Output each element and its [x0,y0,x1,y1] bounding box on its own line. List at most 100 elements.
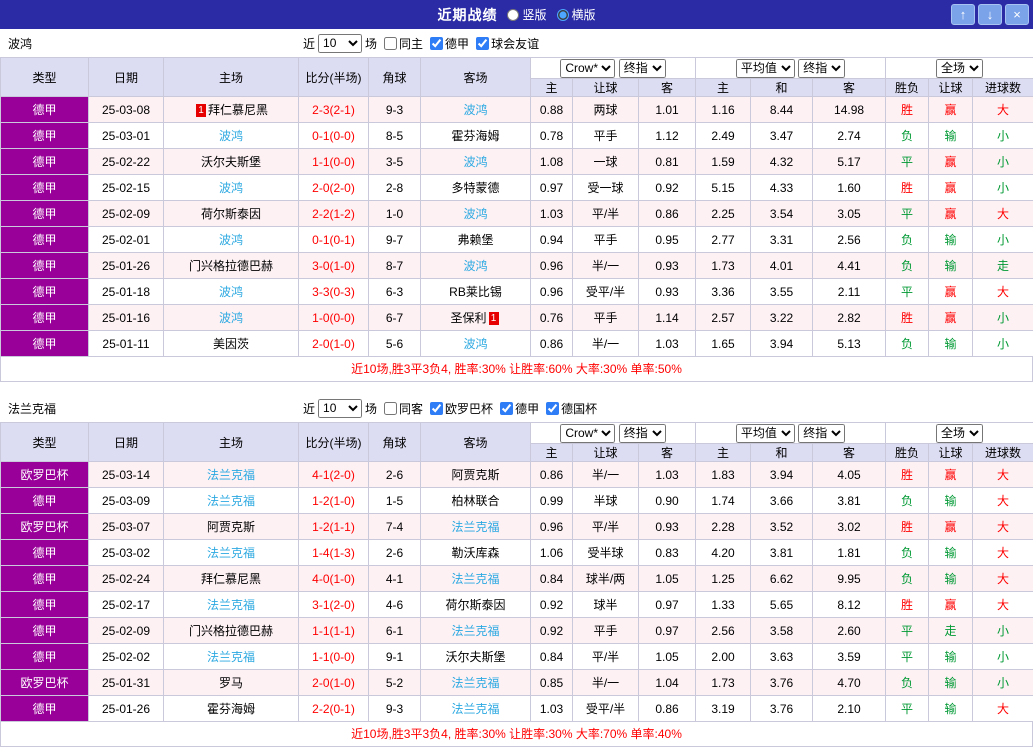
team-name-link[interactable]: 拜仁慕尼黑 [208,103,268,117]
home-team-cell: 美因茨 [164,331,299,357]
column-header-corner: 角球 [369,58,421,97]
team-name-link[interactable]: 法兰克福 [451,702,499,716]
filter-bundesliga[interactable]: 德甲 [496,400,539,417]
subheader-avg-draw: 和 [751,444,813,462]
team-name-link[interactable]: 多特蒙德 [451,181,499,195]
team-name-link[interactable]: 波鸿 [219,311,243,325]
team-name-link[interactable]: 法兰克福 [207,494,255,508]
avg-time-select[interactable]: 终指 [798,59,845,78]
team-name-link[interactable]: 波鸿 [463,259,487,273]
team-name-link[interactable]: 波鸿 [463,155,487,169]
corner-cell: 5-6 [369,331,421,357]
scroll-up-button[interactable]: ↑ [951,4,975,25]
home-team-cell: 拜仁慕尼黑 [164,566,299,592]
filter-europa-league[interactable]: 欧罗巴杯 [426,400,493,417]
match-count-select[interactable]: 10 [318,399,362,418]
score-cell: 2-3(2-1) [299,97,369,123]
odds-source-header: Crow* 终指 [531,58,696,79]
club-friendly-checkbox[interactable] [476,37,489,50]
handicap-result-cell: 走 [929,618,973,644]
layout-radio-horizontal[interactable]: 横版 [557,6,596,23]
team-name-link[interactable]: RB莱比锡 [449,285,502,299]
league-cell: 德甲 [1,331,89,357]
near-label: 近 [303,35,315,52]
handicap-result-cell: 赢 [929,175,973,201]
avg-home-cell: 4.20 [696,540,751,566]
filter-bundesliga[interactable]: 德甲 [426,35,469,52]
bookmaker-select[interactable]: Crow* [560,59,615,78]
odds-time-select[interactable]: 终指 [619,424,666,443]
match-count-select[interactable]: 10 [318,34,362,53]
scope-select[interactable]: 全场 [936,424,983,443]
team-name-link[interactable]: 勒沃库森 [451,546,499,560]
filter-same-home[interactable]: 同主 [380,35,423,52]
team-name-link[interactable]: 门兴格拉德巴赫 [189,259,273,273]
bundesliga-checkbox[interactable] [500,402,513,415]
scroll-down-button[interactable]: ↓ [978,4,1002,25]
average-select[interactable]: 平均值 [736,424,795,443]
dfb-pokal-checkbox[interactable] [546,402,559,415]
bundesliga-checkbox[interactable] [430,37,443,50]
team-name-link[interactable]: 法兰克福 [451,676,499,690]
team-name-link[interactable]: 拜仁慕尼黑 [201,572,261,586]
team-name-link[interactable]: 柏林联合 [451,494,499,508]
team-name-link[interactable]: 波鸿 [219,233,243,247]
home-odds-cell: 1.08 [531,149,573,175]
team-name-link[interactable]: 霍芬海姆 [451,129,499,143]
team-name-link[interactable]: 法兰克福 [207,546,255,560]
team-name-link[interactable]: 阿贾克斯 [451,468,499,482]
average-select[interactable]: 平均值 [736,59,795,78]
team-name-link[interactable]: 波鸿 [463,103,487,117]
team-name-link[interactable]: 波鸿 [463,207,487,221]
team-name-link[interactable]: 波鸿 [219,129,243,143]
team-name-link[interactable]: 法兰克福 [207,650,255,664]
scope-select[interactable]: 全场 [936,59,983,78]
team-name-link[interactable]: 荷尔斯泰因 [201,207,261,221]
team-name-link[interactable]: 阿贾克斯 [207,520,255,534]
away-team-cell: 法兰克福 [421,618,531,644]
filter-dfb-pokal[interactable]: 德国杯 [542,400,597,417]
team-name-link[interactable]: 法兰克福 [451,572,499,586]
filter-club-friendly[interactable]: 球会友谊 [472,35,539,52]
filter-same-away[interactable]: 同客 [380,400,423,417]
handicap-cell: 平手 [573,123,639,149]
team-name-link[interactable]: 门兴格拉德巴赫 [189,624,273,638]
home-odds-cell: 0.76 [531,305,573,331]
away-odds-cell: 1.12 [639,123,696,149]
odds-time-select[interactable]: 终指 [619,59,666,78]
team-name-link[interactable]: 弗赖堡 [457,233,493,247]
team-name-link[interactable]: 沃尔夫斯堡 [445,650,505,664]
vertical-radio[interactable] [507,9,519,21]
team-name-link[interactable]: 波鸿 [219,285,243,299]
section-team-label: 波鸿 [8,35,32,52]
same-away-checkbox[interactable] [384,402,397,415]
avg-time-select[interactable]: 终指 [798,424,845,443]
result-cell: 平 [886,279,929,305]
team-name-link[interactable]: 罗马 [219,676,243,690]
team-name-link[interactable]: 法兰克福 [451,520,499,534]
europa-league-checkbox[interactable] [430,402,443,415]
team-name-link[interactable]: 法兰克福 [207,468,255,482]
team-name-link[interactable]: 霍芬海姆 [207,702,255,716]
team-name-link[interactable]: 波鸿 [463,337,487,351]
team-name-link[interactable]: 圣保利 [450,311,486,325]
team-name-link[interactable]: 荷尔斯泰因 [445,598,505,612]
league-cell: 德甲 [1,253,89,279]
layout-radio-vertical[interactable]: 竖版 [507,6,546,23]
subheader-avg-draw: 和 [751,79,813,97]
avg-away-cell: 2.74 [813,123,886,149]
recent-results-table: 类型 日期 主场 比分(半场) 角球 客场 Crow* 终指 平均值 终指 全场 [0,422,1033,722]
horizontal-radio[interactable] [557,9,569,21]
team-name-link[interactable]: 沃尔夫斯堡 [201,155,261,169]
same-home-checkbox[interactable] [384,37,397,50]
team-name-link[interactable]: 波鸿 [219,181,243,195]
subheader-home-odds: 主 [531,444,573,462]
avg-draw-cell: 6.62 [751,566,813,592]
close-button[interactable]: × [1005,4,1029,25]
bookmaker-select[interactable]: Crow* [560,424,615,443]
home-team-cell: 法兰克福 [164,462,299,488]
avg-draw-cell: 5.65 [751,592,813,618]
team-name-link[interactable]: 法兰克福 [451,624,499,638]
team-name-link[interactable]: 美因茨 [213,337,249,351]
team-name-link[interactable]: 法兰克福 [207,598,255,612]
